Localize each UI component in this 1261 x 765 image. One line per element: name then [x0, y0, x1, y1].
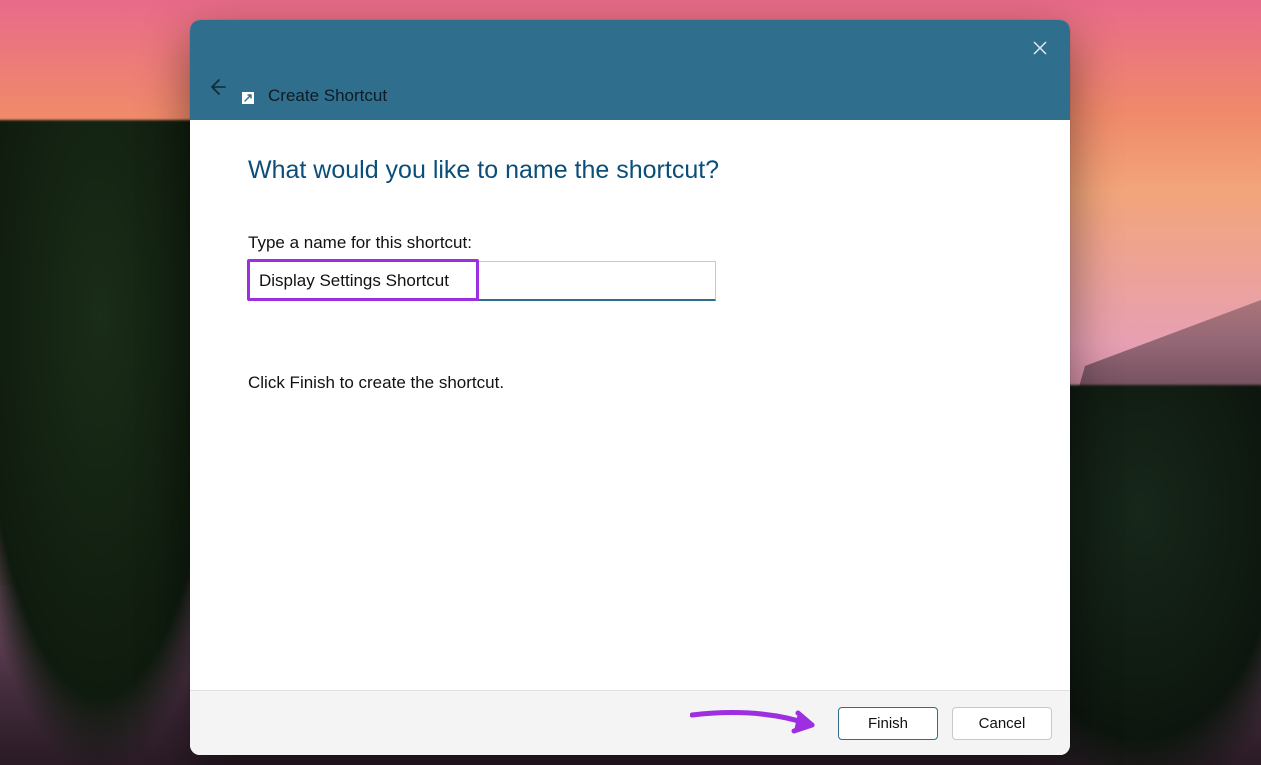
dialog-titlebar: Create Shortcut [190, 20, 1070, 120]
dialog-footer: Finish Cancel [190, 690, 1070, 755]
dialog-title: Create Shortcut [268, 86, 387, 106]
arrow-left-icon [208, 78, 226, 101]
desktop-background: Create Shortcut What would you like to n… [0, 0, 1261, 765]
back-button[interactable] [200, 72, 234, 106]
shortcut-overlay-icon [242, 92, 254, 104]
create-shortcut-dialog: Create Shortcut What would you like to n… [190, 20, 1070, 755]
instruction-text: Click Finish to create the shortcut. [248, 373, 1012, 393]
shortcut-name-input[interactable] [248, 261, 716, 301]
cancel-button[interactable]: Cancel [952, 707, 1052, 740]
finish-button[interactable]: Finish [838, 707, 938, 740]
close-button[interactable] [1018, 28, 1062, 72]
annotation-arrow-icon [690, 707, 830, 741]
page-heading: What would you like to name the shortcut… [248, 156, 1012, 185]
dialog-body: What would you like to name the shortcut… [190, 120, 1070, 690]
close-icon [1033, 41, 1047, 60]
name-field-label: Type a name for this shortcut: [248, 233, 1012, 253]
